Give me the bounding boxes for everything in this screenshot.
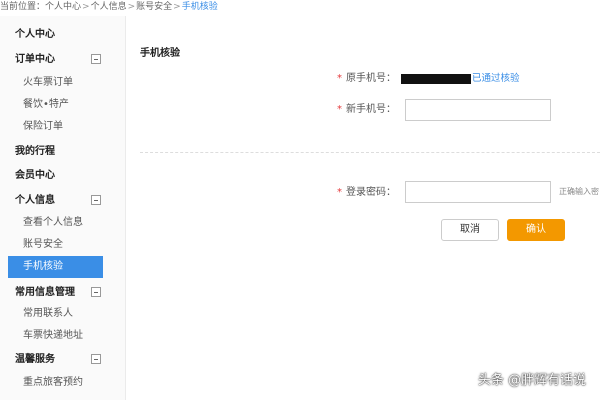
sidebar-group-label: 常用信息管理 — [15, 287, 75, 298]
breadcrumb-current: 手机核验 — [181, 2, 218, 12]
password-hint: 正确输入密 — [559, 187, 599, 196]
breadcrumb-separator: > — [82, 2, 90, 12]
confirm-button[interactable]: 确认 — [507, 219, 565, 241]
breadcrumb-separator: > — [173, 2, 181, 12]
sidebar-group-common-info[interactable]: 常用信息管理 — [0, 282, 125, 304]
new-phone-input[interactable] — [405, 99, 551, 121]
sidebar-item-train-orders[interactable]: 火车票订单 — [0, 72, 125, 94]
sidebar-group-orders[interactable]: 订单中心 — [0, 49, 125, 71]
password-input[interactable] — [405, 181, 551, 203]
original-phone-label: * 原手机号： — [337, 73, 396, 84]
password-label: * 登录密码： — [337, 187, 396, 198]
sidebar-group-caring-service[interactable]: 温馨服务 — [0, 349, 125, 371]
divider — [140, 152, 600, 153]
collapse-icon[interactable] — [91, 54, 101, 64]
collapse-icon[interactable] — [91, 195, 101, 205]
page-title: 手机核验 — [140, 48, 180, 59]
sidebar-item-insurance-orders[interactable]: 保险订单 — [0, 116, 125, 138]
sidebar-group-my-trips[interactable]: 我的行程 — [0, 141, 125, 163]
cancel-button[interactable]: 取消 — [441, 219, 499, 241]
breadcrumb-item-personal-center[interactable]: 个人中心 — [45, 2, 81, 12]
breadcrumb-prefix: 当前位置： — [0, 2, 46, 12]
required-mark: * — [337, 73, 342, 84]
collapse-icon[interactable] — [91, 287, 101, 297]
main-content: 手机核验 * 原手机号： 已通过核验 * 新手机号： * 登录密码： 正确输入密 取消… — [126, 16, 600, 400]
sidebar-item-delivery-address[interactable]: 车票快递地址 — [0, 325, 125, 347]
required-mark: * — [337, 187, 342, 198]
breadcrumb-item-personal-info[interactable]: 个人信息 — [91, 2, 127, 12]
sidebar-group-personal-info[interactable]: 个人信息 — [0, 190, 125, 212]
sidebar-group-personal-center[interactable]: 个人中心 — [0, 24, 125, 46]
verified-status-link[interactable]: 已通过核验 — [472, 72, 520, 86]
required-mark: * — [337, 104, 342, 115]
masked-phone-number — [401, 74, 471, 84]
sidebar-group-label: 个人信息 — [15, 195, 55, 206]
breadcrumb-item-account-security[interactable]: 账号安全 — [136, 2, 172, 12]
sidebar-item-phone-verification[interactable]: 手机核验 — [8, 256, 103, 278]
sidebar: 个人中心 订单中心 火车票订单 餐饮•特产 保险订单 我的行程 会员中心 个人信… — [0, 16, 126, 400]
sidebar-item-view-personal-info[interactable]: 查看个人信息 — [0, 212, 125, 234]
sidebar-item-account-security[interactable]: 账号安全 — [0, 234, 125, 256]
sidebar-group-membership[interactable]: 会员中心 — [0, 165, 125, 187]
watermark: 头条 @胖辉有话说 — [477, 373, 586, 388]
sidebar-item-contacts[interactable]: 常用联系人 — [0, 303, 125, 325]
sidebar-item-food-specialty[interactable]: 餐饮•特产 — [0, 94, 125, 116]
new-phone-label: * 新手机号： — [337, 104, 396, 115]
sidebar-group-label: 温馨服务 — [15, 354, 55, 365]
collapse-icon[interactable] — [91, 354, 101, 364]
sidebar-group-label: 订单中心 — [15, 54, 55, 65]
breadcrumb: 当前位置：个人中心>个人信息>账号安全>手机核验 — [0, 0, 600, 16]
breadcrumb-separator: > — [127, 2, 136, 12]
sidebar-item-priority-passenger[interactable]: 重点旅客预约 — [0, 372, 125, 394]
